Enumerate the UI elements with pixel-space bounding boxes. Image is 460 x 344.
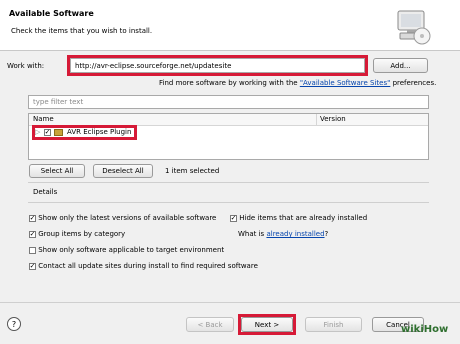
details-divider bbox=[28, 182, 429, 183]
work-with-label: Work with: bbox=[7, 62, 45, 70]
what-is-installed: What is already installed? bbox=[238, 230, 328, 238]
option-latest-versions[interactable]: ✓ Show only the latest versions of avail… bbox=[29, 214, 216, 222]
back-button[interactable]: < Back bbox=[186, 317, 234, 332]
help-icon[interactable]: ? bbox=[7, 317, 21, 331]
available-sites-link[interactable]: "Available Software Sites" bbox=[300, 79, 391, 87]
help-glyph: ? bbox=[11, 319, 17, 329]
contact-sites-checkbox[interactable]: ✓ bbox=[29, 262, 36, 270]
latest-versions-checkbox[interactable]: ✓ bbox=[29, 214, 36, 222]
footer-divider bbox=[0, 302, 460, 303]
target-env-checkbox[interactable] bbox=[29, 246, 36, 254]
dialog-header: Available Software Check the items that … bbox=[0, 0, 460, 51]
group-by-category-checkbox[interactable]: ✓ bbox=[29, 230, 36, 238]
add-site-button[interactable]: Add... bbox=[373, 58, 428, 73]
option-hide-installed[interactable]: ✓ Hide items that are already installed bbox=[230, 214, 367, 222]
filter-input[interactable]: type filter text bbox=[28, 95, 429, 109]
more-software-row: Find more software by working with the "… bbox=[159, 79, 436, 87]
finish-button[interactable]: Finish bbox=[305, 317, 362, 332]
column-name[interactable]: Name bbox=[33, 115, 54, 123]
filter-placeholder: type filter text bbox=[33, 98, 84, 106]
already-installed-link[interactable]: already installed bbox=[266, 230, 324, 238]
group-by-category-label: Group items by category bbox=[38, 230, 126, 238]
hide-installed-label: Hide items that are already installed bbox=[239, 214, 368, 222]
target-env-label: Show only software applicable to target … bbox=[38, 246, 225, 254]
details-bottom-divider bbox=[28, 202, 429, 203]
column-divider bbox=[316, 114, 317, 125]
option-contact-sites[interactable]: ✓ Contact all update sites during instal… bbox=[29, 262, 258, 270]
work-with-input[interactable]: http://avr-eclipse.sourceforge.net/updat… bbox=[70, 58, 365, 73]
option-group-by-category[interactable]: ✓ Group items by category bbox=[29, 230, 125, 238]
install-banner-icon bbox=[392, 6, 432, 46]
page-subtitle: Check the items that you wish to install… bbox=[11, 27, 153, 35]
select-all-button[interactable]: Select All bbox=[29, 164, 85, 178]
latest-versions-label: Show only the latest versions of availab… bbox=[38, 214, 217, 222]
plugin-highlight bbox=[32, 125, 137, 140]
hide-installed-checkbox[interactable]: ✓ bbox=[230, 214, 237, 222]
details-label: Details bbox=[33, 188, 58, 196]
more-software-suffix: preferences. bbox=[392, 79, 437, 87]
what-is-question: ? bbox=[324, 230, 329, 238]
deselect-all-button[interactable]: Deselect All bbox=[93, 164, 153, 178]
column-version[interactable]: Version bbox=[320, 115, 346, 123]
option-target-env[interactable]: Show only software applicable to target … bbox=[29, 246, 224, 254]
selection-status: 1 item selected bbox=[165, 167, 220, 175]
what-is-text: What is bbox=[238, 230, 265, 238]
contact-sites-label: Contact all update sites during install … bbox=[38, 262, 258, 270]
next-button[interactable]: Next > bbox=[241, 317, 293, 332]
page-title: Available Software bbox=[9, 9, 94, 18]
more-software-prefix: Find more software by working with the bbox=[159, 79, 298, 87]
wikihow-watermark: wikiHow bbox=[401, 324, 449, 335]
